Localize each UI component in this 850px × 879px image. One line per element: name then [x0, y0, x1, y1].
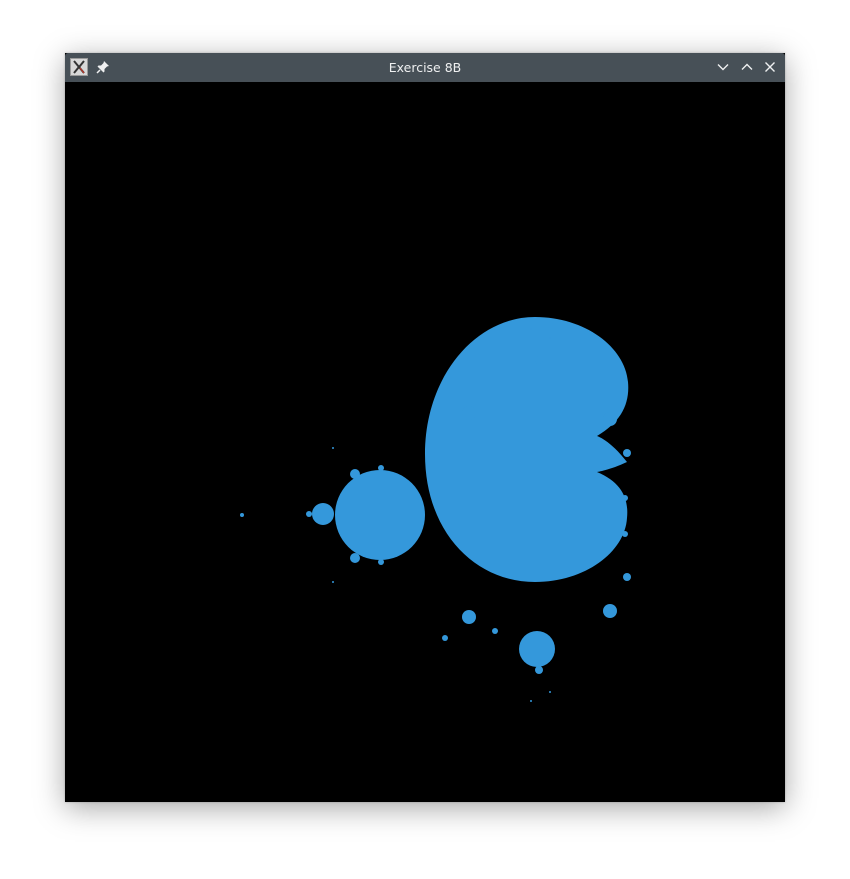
- app-window: Exercise 8B: [65, 53, 785, 802]
- bottom-bulb: [519, 631, 555, 667]
- top-bulb-tip: [535, 356, 543, 364]
- period-4-bulb: [312, 503, 334, 525]
- window-title: Exercise 8B: [388, 60, 462, 75]
- maximize-icon[interactable]: [739, 59, 755, 75]
- title-bar[interactable]: Exercise 8B: [65, 53, 785, 82]
- side-bulb: [492, 397, 498, 403]
- side-bulb: [442, 389, 448, 395]
- pin-icon[interactable]: [95, 59, 111, 75]
- mandelbrot-fractal: [240, 317, 631, 702]
- side-bulb: [603, 412, 617, 426]
- antenna-minibrot: [240, 513, 244, 517]
- close-icon[interactable]: [762, 59, 778, 75]
- minimize-icon[interactable]: [715, 59, 731, 75]
- side-bulb: [622, 531, 628, 537]
- drawing-canvas[interactable]: [65, 82, 785, 802]
- main-cardioid: [425, 317, 629, 582]
- mandelbrot-set: [240, 317, 631, 702]
- dust-point: [530, 700, 532, 702]
- side-bulb: [462, 610, 476, 624]
- side-bulb: [603, 604, 617, 618]
- side-bulb: [442, 635, 448, 641]
- dust-point: [549, 691, 551, 693]
- dust-point: [530, 328, 532, 330]
- dust-point: [332, 447, 334, 449]
- side-bulb: [623, 449, 631, 457]
- side-bulb: [378, 465, 384, 471]
- dust-point: [549, 337, 551, 339]
- period-2-bulb: [335, 470, 425, 560]
- side-bulb: [622, 495, 628, 501]
- top-bulb: [519, 363, 555, 399]
- side-bulb: [623, 573, 631, 581]
- side-bulb: [462, 406, 476, 420]
- dust-point: [332, 581, 334, 583]
- side-bulb: [492, 628, 498, 634]
- bottom-bulb-tip: [535, 666, 543, 674]
- x11-app-icon[interactable]: [70, 58, 88, 76]
- small-bulb: [306, 511, 312, 517]
- side-bulb: [350, 469, 360, 479]
- side-bulb: [378, 559, 384, 565]
- side-bulb: [350, 553, 360, 563]
